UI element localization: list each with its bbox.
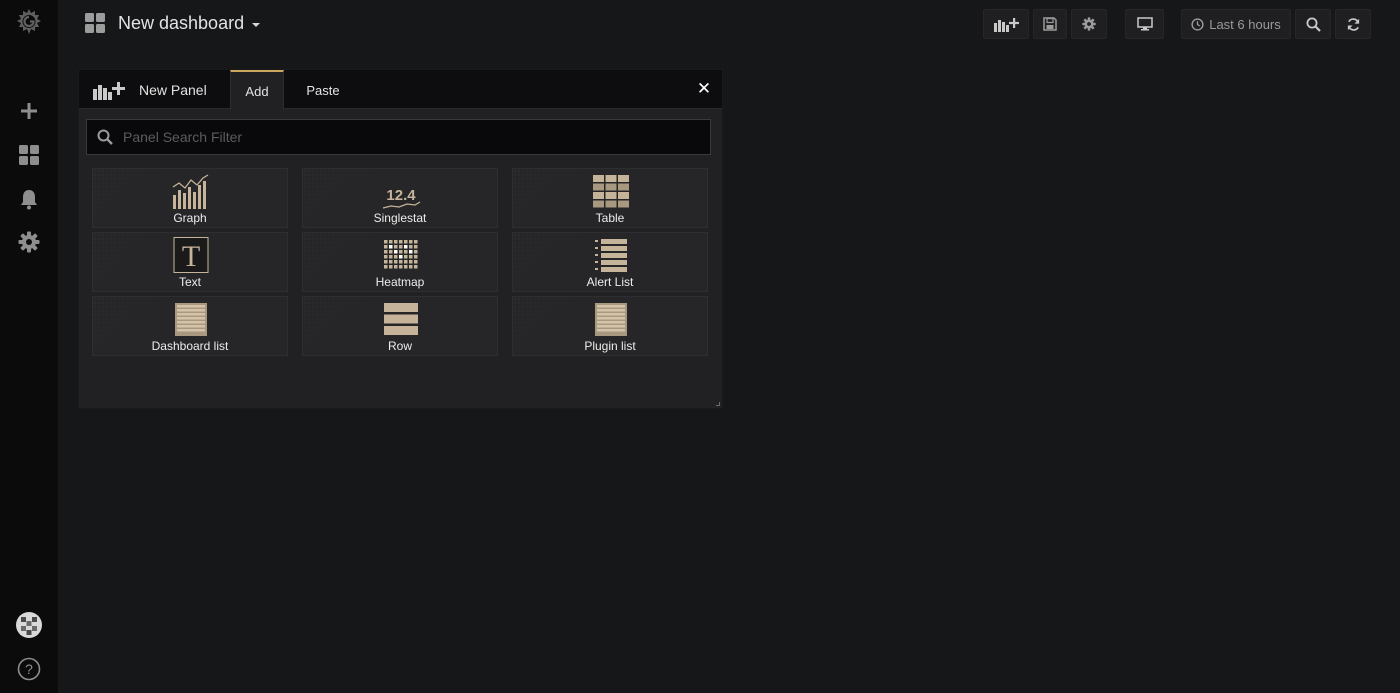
- tab-add[interactable]: Add: [230, 70, 284, 110]
- panel-type-singlestat[interactable]: 12.4 Singlestat: [302, 168, 498, 228]
- plugin-list-icon: [595, 303, 627, 336]
- panel-type-plugin-list[interactable]: Plugin list: [512, 296, 708, 356]
- card-label: Singlestat: [373, 211, 427, 225]
- card-label: Text: [178, 275, 201, 289]
- card-label: Plugin list: [584, 339, 636, 353]
- plus-icon[interactable]: [9, 93, 49, 129]
- add-panel-icon: [93, 82, 125, 100]
- singlestat-icon: 12.4: [382, 187, 421, 209]
- panel-search-input[interactable]: [123, 129, 683, 145]
- alert-list-icon: [595, 239, 627, 272]
- card-label: Row: [387, 339, 412, 353]
- heatmap-icon: [384, 240, 418, 269]
- time-range-label: Last 6 hours: [1209, 16, 1281, 32]
- panel-type-table[interactable]: Table: [512, 168, 708, 228]
- tab-paste[interactable]: Paste: [293, 70, 353, 110]
- card-label: Alert List: [586, 275, 634, 289]
- clock-icon: [1191, 17, 1204, 31]
- close-icon[interactable]: ✕: [696, 79, 712, 98]
- bell-icon[interactable]: [9, 181, 49, 217]
- panel-search: [86, 119, 711, 155]
- panel-type-text[interactable]: T Text: [92, 232, 288, 292]
- table-icon: [593, 175, 629, 208]
- user-avatar[interactable]: [9, 607, 49, 643]
- panel-type-dashboard-list[interactable]: Dashboard list: [92, 296, 288, 356]
- panel-type-heatmap[interactable]: Heatmap: [302, 232, 498, 292]
- graph-icon: [172, 174, 209, 209]
- refresh-icon: [1347, 17, 1359, 31]
- add-panel-button[interactable]: [983, 9, 1029, 39]
- zoom-out-icon: [1306, 17, 1321, 32]
- text-icon: T: [173, 237, 209, 273]
- panel-title-group: New Panel: [92, 80, 207, 100]
- svg-text:?: ?: [25, 661, 33, 677]
- panel-type-graph[interactable]: Graph: [92, 168, 288, 228]
- panel-type-row[interactable]: Row: [302, 296, 498, 356]
- dashboard-list-icon: [175, 303, 207, 336]
- panel-type-alert-list[interactable]: Alert List: [512, 232, 708, 292]
- settings-button[interactable]: [1071, 9, 1107, 39]
- dashboards-grid-icon: [85, 13, 105, 33]
- card-label: Dashboard list: [151, 339, 229, 353]
- singlestat-icon-text: 12.4: [386, 187, 416, 204]
- resize-handle[interactable]: [716, 402, 720, 406]
- tv-mode-icon: [1136, 17, 1153, 31]
- save-button[interactable]: [1033, 9, 1067, 39]
- dashboard-title-dropdown[interactable]: New dashboard: [84, 11, 261, 35]
- panel-title: New Panel: [139, 82, 207, 98]
- refresh-button[interactable]: [1335, 9, 1371, 39]
- panel-header: New Panel Add Paste ✕: [79, 70, 722, 110]
- card-label: Graph: [173, 211, 207, 225]
- time-range-picker[interactable]: Last 6 hours: [1181, 9, 1291, 39]
- card-label: Table: [595, 211, 625, 225]
- text-icon-glyph: T: [182, 240, 200, 273]
- row-icon: [384, 303, 418, 335]
- grafana-logo-icon[interactable]: [9, 4, 49, 40]
- add-panel-icon: [994, 18, 1019, 32]
- settings-icon: [1082, 17, 1096, 31]
- new-panel-editor: New Panel Add Paste ✕ Graph 12.4 Singles…: [78, 69, 723, 409]
- dashboards-grid-icon[interactable]: [9, 137, 49, 173]
- zoom-out-button[interactable]: [1295, 9, 1331, 39]
- search-icon: [97, 129, 113, 145]
- gear-icon[interactable]: [9, 224, 49, 260]
- help-icon[interactable]: ?: [9, 651, 49, 687]
- card-label: Heatmap: [375, 275, 425, 289]
- sidebar: ?: [0, 0, 58, 693]
- save-icon: [1043, 17, 1057, 31]
- dashboard-title: New dashboard: [118, 12, 245, 33]
- tv-mode-button[interactable]: [1125, 9, 1164, 39]
- chevron-down-icon: [252, 22, 261, 27]
